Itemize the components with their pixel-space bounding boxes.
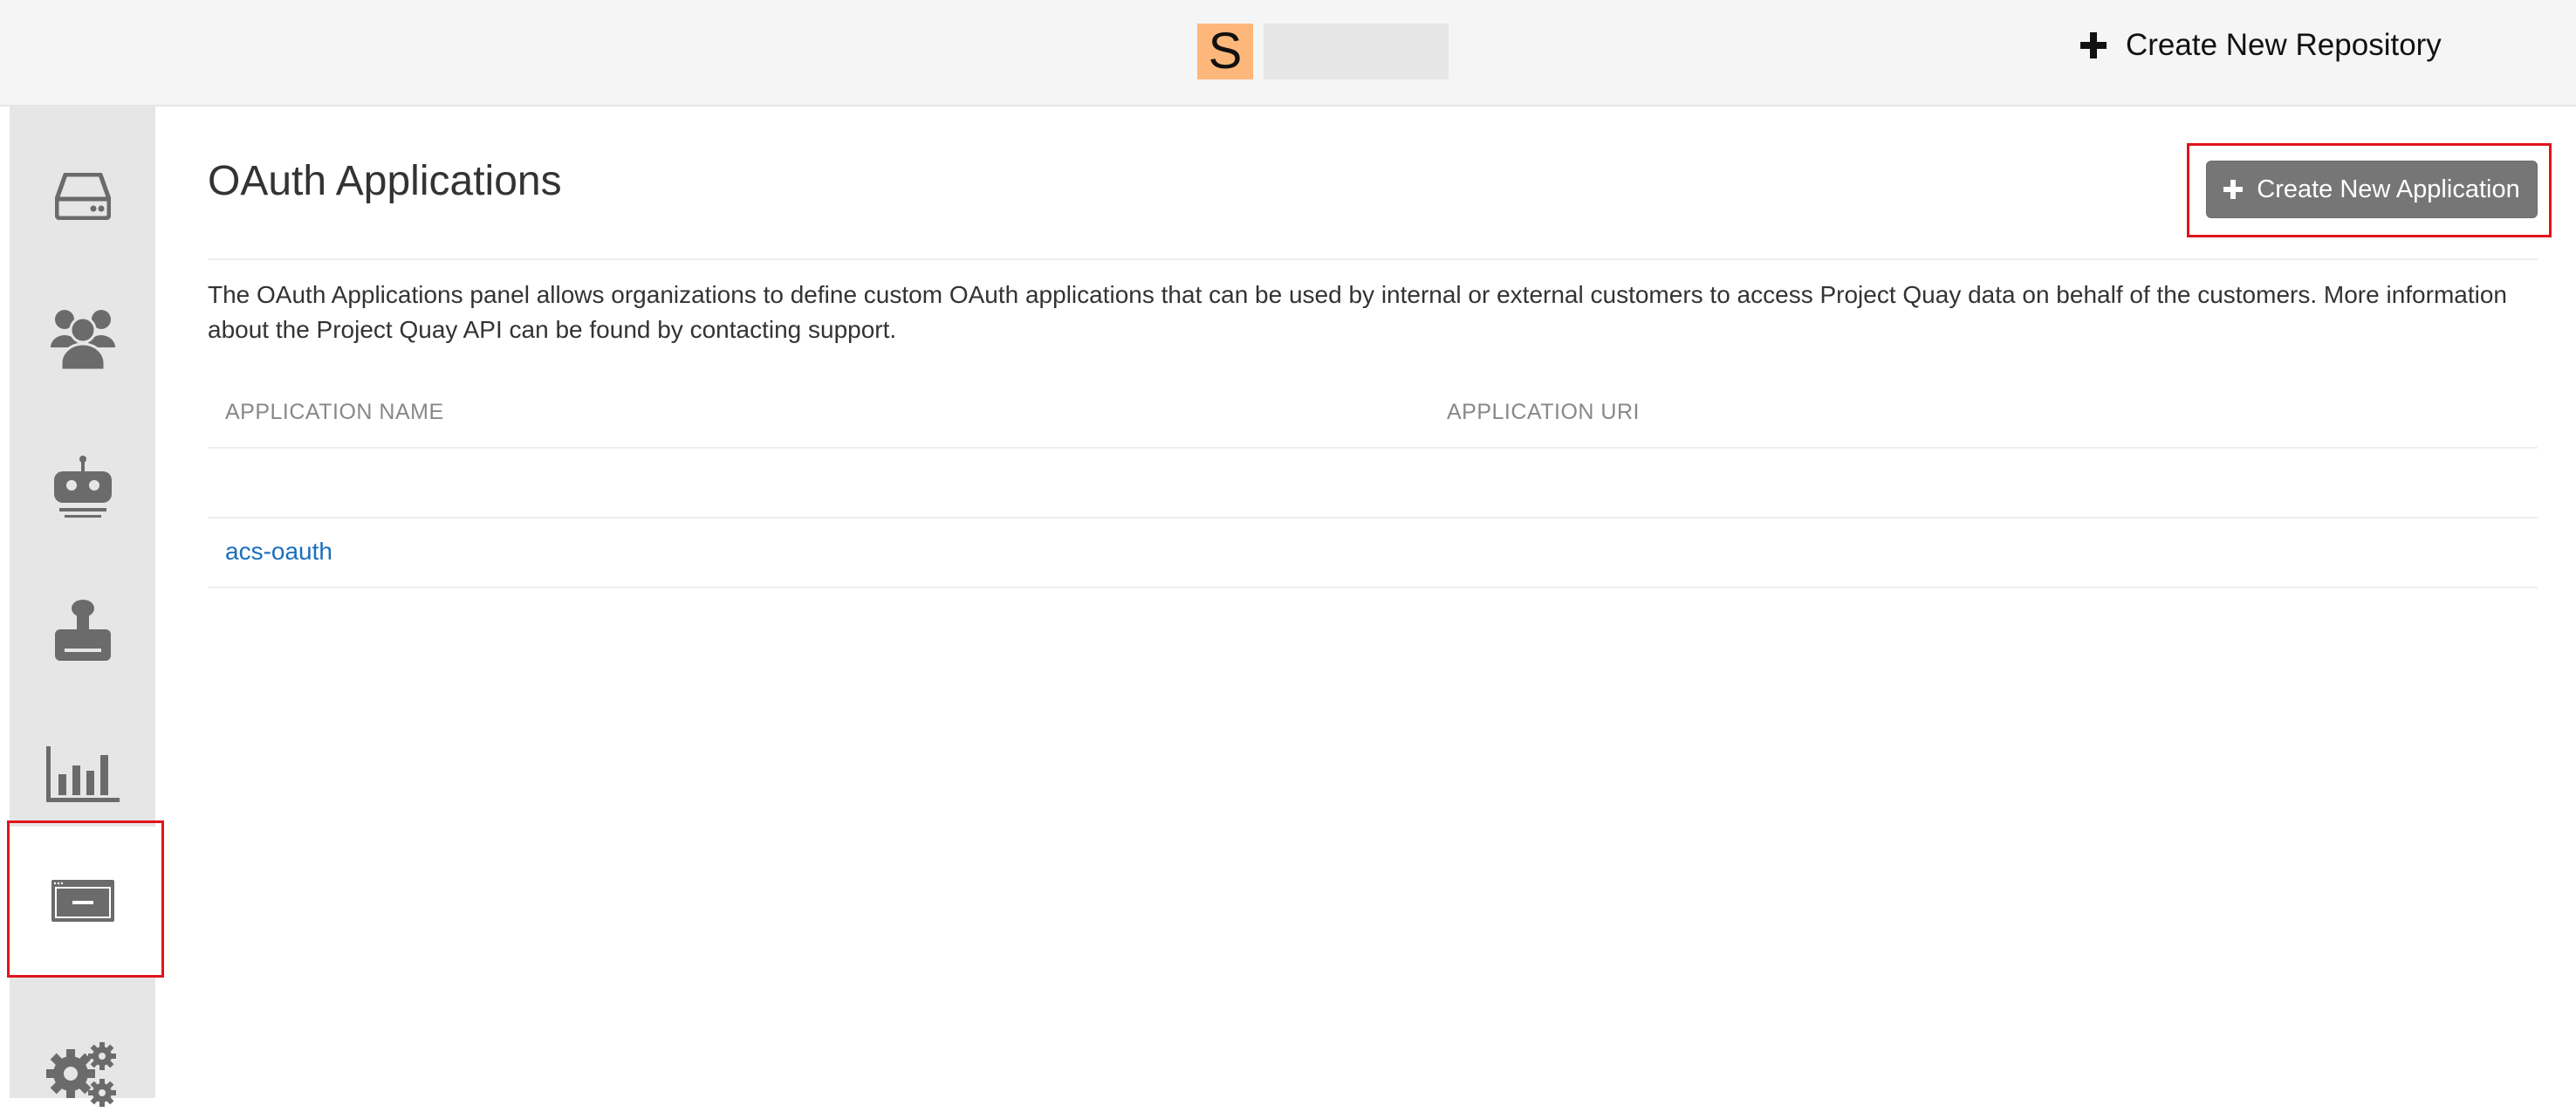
create-new-application-label: Create New Application (2257, 175, 2520, 203)
create-new-application-button[interactable]: Create New Application (2206, 161, 2538, 218)
create-new-repository-link[interactable]: Create New Repository (2080, 21, 2442, 70)
user-badge-icon (54, 600, 111, 661)
table-row: acs-oauth (208, 518, 2538, 588)
application-name-link[interactable]: acs-oauth (225, 538, 332, 566)
users-icon (50, 310, 115, 370)
create-new-repository-label: Create New Repository (2126, 28, 2442, 62)
applications-table: APPLICATION NAME APPLICATION URI acs-oau… (208, 379, 2538, 588)
page-title: OAuth Applications (208, 158, 562, 204)
sidebar-item-usage-logs[interactable] (10, 717, 155, 831)
top-header: S Create New Repository (0, 0, 2576, 106)
org-sidebar (10, 106, 155, 1107)
plus-icon (2223, 180, 2244, 199)
robot-icon (53, 456, 112, 518)
sidebar-item-default-permissions[interactable] (10, 573, 155, 687)
sidebar-item-applications[interactable] (10, 827, 155, 975)
org-name-placeholder (1264, 24, 1449, 79)
title-divider (208, 258, 2538, 260)
sidebar-item-teams[interactable] (10, 281, 155, 395)
table-header-row: APPLICATION NAME APPLICATION URI (208, 379, 2538, 449)
application-window-icon (51, 880, 114, 922)
org-avatar[interactable]: S (1197, 24, 1253, 79)
bar-chart-icon (45, 746, 120, 802)
hard-drive-icon (54, 173, 111, 220)
sidebar-item-robot-accounts[interactable] (10, 429, 155, 543)
column-header-application-uri[interactable]: APPLICATION URI (1447, 400, 1640, 425)
sidebar-item-settings[interactable] (10, 1006, 155, 1119)
panel-description: The OAuth Applications panel allows orga… (208, 281, 2507, 343)
table-row (208, 449, 2538, 518)
gears-icon (45, 1042, 116, 1107)
column-header-application-name[interactable]: APPLICATION NAME (225, 400, 444, 425)
plus-icon (2080, 32, 2107, 58)
sidebar-item-repositories[interactable] (10, 140, 155, 253)
